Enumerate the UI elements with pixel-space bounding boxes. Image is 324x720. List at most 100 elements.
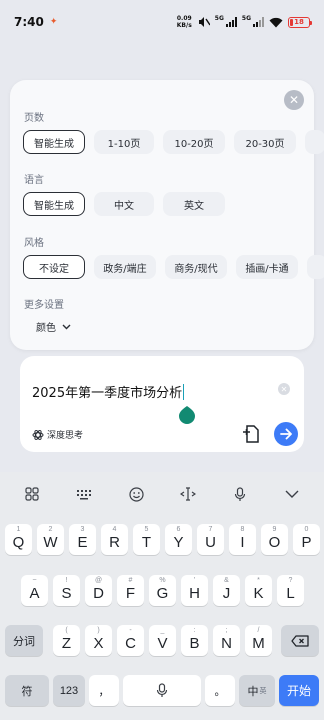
arrow-right-icon — [280, 428, 292, 440]
start-key[interactable]: 开始 — [279, 675, 319, 706]
key-c-label: C — [125, 635, 136, 652]
key-k-sub: * — [257, 577, 260, 584]
key-g-label: G — [156, 585, 169, 602]
key-n-label: N — [221, 635, 232, 652]
send-button[interactable] — [274, 422, 298, 446]
symbol-key[interactable]: 符 — [5, 675, 49, 706]
key-w-label: W — [43, 534, 58, 551]
symbol-key-label: 符 — [21, 685, 33, 698]
key-e[interactable]: 3E — [69, 524, 96, 555]
key-h-label: H — [189, 585, 200, 602]
more-settings-label: 更多设置 — [24, 300, 64, 311]
key-e-label: E — [77, 534, 88, 551]
style-option-more[interactable] — [307, 255, 324, 279]
key-b[interactable]: :B — [181, 625, 208, 656]
key-y-label: Y — [173, 534, 184, 551]
pages-option-20-30[interactable]: 20-30页 — [234, 130, 296, 154]
key-d[interactable]: @ D — [85, 575, 112, 606]
segment-key[interactable]: 分词 — [5, 625, 43, 656]
key-f-sub: # — [128, 577, 133, 584]
number-key[interactable]: 123 — [53, 675, 85, 706]
space-key[interactable] — [123, 675, 201, 706]
key-v[interactable]: _ V — [149, 625, 176, 656]
prompt-input[interactable]: 2025年第一季度市场分析 — [32, 382, 185, 401]
backspace-key[interactable] — [281, 625, 319, 656]
deep-think-toggle[interactable]: 深度思考 — [32, 428, 83, 441]
key-t[interactable]: 5T — [133, 524, 160, 555]
key-j[interactable]: & J — [213, 575, 240, 606]
key-z[interactable]: (Z — [53, 625, 80, 656]
key-o-label: O — [268, 534, 281, 551]
key-s[interactable]: ! S — [53, 575, 80, 606]
style-option-government[interactable]: 政务/端庄 — [94, 255, 156, 279]
key-m[interactable]: / M — [245, 625, 272, 656]
color-select[interactable]: 颜色 — [36, 319, 71, 334]
key-f-label: F — [125, 585, 136, 602]
key-g[interactable]: % G — [149, 575, 176, 606]
key-l[interactable]: ? L — [277, 575, 304, 606]
key-w[interactable]: 2W — [37, 524, 64, 555]
language-switch-label: 中 — [247, 685, 259, 698]
grid-icon[interactable] — [20, 482, 44, 506]
key-n-sub: ; — [225, 627, 228, 634]
key-o[interactable]: 9O — [261, 524, 288, 555]
language-option-chinese[interactable]: 中文 — [94, 192, 154, 216]
key-q[interactable]: 1Q — [5, 524, 32, 555]
key-i-label: I — [240, 534, 245, 551]
key-a[interactable]: ~ A — [21, 575, 48, 606]
emoji-icon[interactable] — [124, 482, 148, 506]
attach-document-icon[interactable] — [242, 424, 260, 444]
key-i[interactable]: 8I — [229, 524, 256, 555]
cursor-handle-icon[interactable] — [178, 402, 196, 424]
pages-option-smart[interactable]: 智能生成 — [23, 130, 85, 154]
language-switch-key[interactable]: 中 英 — [239, 675, 275, 706]
close-button[interactable]: ✕ — [284, 90, 304, 110]
start-key-label: 开始 — [286, 684, 311, 698]
key-d-label: D — [93, 585, 104, 602]
network-speed-unit: KB/s — [176, 22, 192, 29]
key-h[interactable]: ' H — [181, 575, 208, 606]
wifi-icon — [269, 17, 283, 27]
network-speed: 0.09 KB/s — [177, 15, 192, 29]
key-t-label: T — [141, 534, 152, 551]
pages-option-10-20[interactable]: 10-20页 — [163, 130, 225, 154]
soft-keyboard: 1Q 2W 3E 4R 5T 6Y 7U 8I 9O 0P ~ A ! S @ D #… — [0, 472, 324, 720]
battery-icon: 18 — [288, 16, 312, 28]
clear-input-button[interactable]: ✕ — [278, 383, 290, 395]
comma-key[interactable]: ， — [89, 675, 119, 706]
key-r-label: R — [109, 534, 120, 551]
key-x[interactable]: ) X — [85, 625, 112, 656]
deep-think-label: 深度思考 — [47, 431, 84, 441]
period-key[interactable]: 。 — [205, 675, 235, 706]
pages-option-1-10[interactable]: 1-10页 — [94, 130, 154, 154]
key-y[interactable]: 6Y — [165, 524, 192, 555]
key-r[interactable]: 4R — [101, 524, 128, 555]
key-f[interactable]: # F — [117, 575, 144, 606]
language-option-english[interactable]: 英文 — [163, 192, 225, 216]
style-option-business[interactable]: 商务/现代 — [165, 255, 227, 279]
key-u-label: U — [205, 534, 216, 551]
key-u[interactable]: 7U — [197, 524, 224, 555]
pages-option-more[interactable] — [305, 130, 324, 154]
number-key-label: 123 — [59, 684, 79, 697]
mic-icon[interactable] — [228, 482, 252, 506]
keyboard-icon[interactable] — [72, 482, 96, 506]
key-c[interactable]: -C — [117, 625, 144, 656]
key-a-label: A — [29, 585, 40, 602]
key-p[interactable]: 0P — [293, 524, 320, 555]
mic-icon — [156, 683, 168, 697]
collapse-icon[interactable] — [280, 482, 304, 506]
comma-key-label: ， — [98, 685, 110, 698]
key-m-label: M — [252, 635, 265, 652]
key-n[interactable]: ; N — [213, 625, 240, 656]
key-b-label: B — [189, 635, 200, 652]
language-option-smart[interactable]: 智能生成 — [23, 192, 85, 216]
style-option-illustration[interactable]: 插画/卡通 — [236, 255, 298, 279]
key-t-sub: 5 — [144, 526, 149, 533]
cursor-move-icon[interactable] — [176, 482, 200, 506]
style-option-none[interactable]: 不设定 — [23, 255, 85, 279]
key-h-sub: ' — [193, 577, 196, 584]
key-k[interactable]: * K — [245, 575, 272, 606]
key-z-label: Z — [61, 635, 72, 652]
key-v-label: V — [157, 635, 168, 652]
